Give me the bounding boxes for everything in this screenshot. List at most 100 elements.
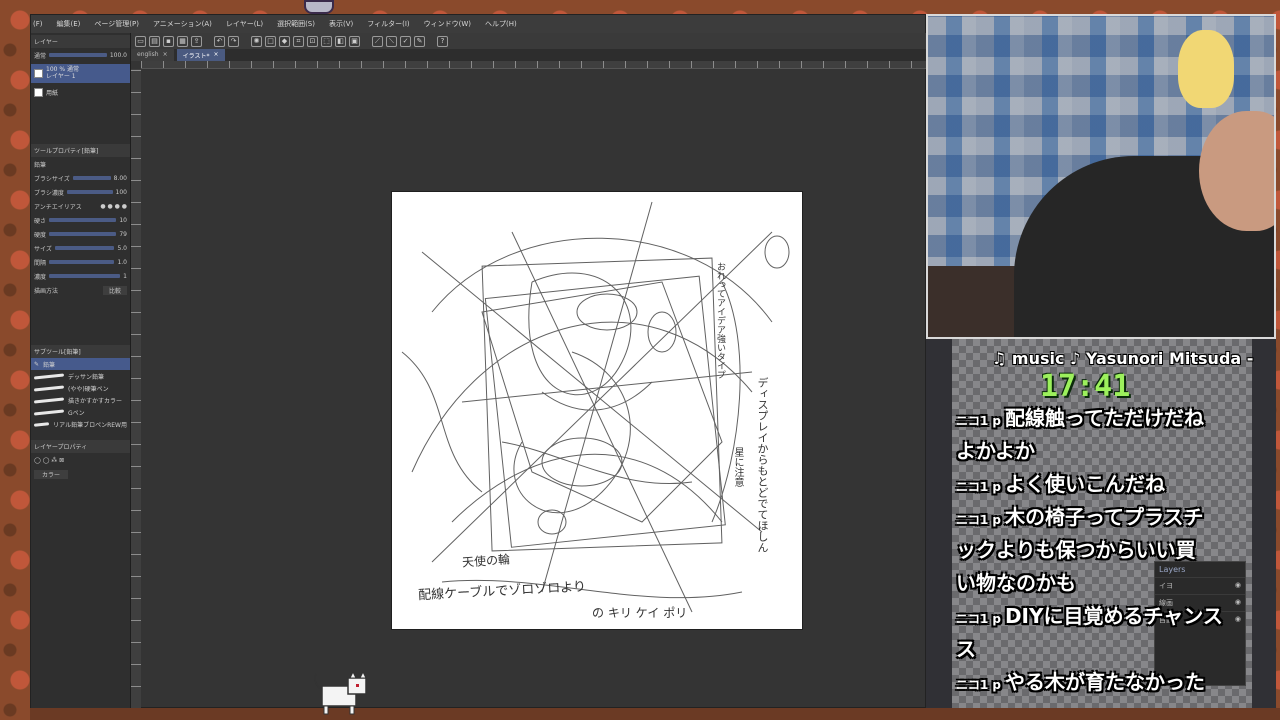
vertical-ruler [131,69,141,709]
save-icon[interactable]: ▪ [163,35,174,47]
print-icon[interactable]: ▦ [177,35,188,47]
menu-page[interactable]: ページ管理(P) [94,19,139,29]
expand-icon[interactable]: ▣ [349,35,360,47]
fill-icon[interactable]: ◆ [279,35,290,47]
document-tabs: english × イラスト* × [131,49,927,61]
subtool-item[interactable]: リアル鉛筆ブロペンREW用 [31,418,130,430]
menu-help[interactable]: ヘルプ(H) [485,19,517,29]
deselect-icon[interactable]: ⬚ [321,35,332,47]
menu-file[interactable]: (F) [33,20,43,28]
loading-icon[interactable]: ✺ [251,35,262,47]
comment-text: ックよりも保つからいい買 [956,538,1196,562]
tab-english-label: english [137,51,159,58]
menu-view[interactable]: 表示(V) [329,19,353,29]
tab-english[interactable]: english × [131,49,174,61]
prop-antialias[interactable]: アンチエイリアス ● ● ● ● [31,199,130,213]
tab-illust-label: イラスト* [182,53,210,60]
sketch-note-6: の キリ ケイ ポリ [592,606,688,620]
effect-circle-icon[interactable]: ◯ ◯ ⁂ ⊠ [34,457,64,464]
color-row[interactable]: カラー [31,467,130,481]
comment-line: ニコ1 p 木の椅子ってプラスチ [956,502,1204,532]
sketch-note-4: 天使の輪 [461,552,511,570]
prop-size[interactable]: サイズ 5.0 [31,241,130,255]
sketch-note-2: ディスプレイからもとどでてほしん [756,377,769,553]
tool-property-title: ツールプロパティ[鉛筆] [31,144,130,158]
menu-edit[interactable]: 編集(E) [57,19,81,29]
prop-label: 間隔 [34,259,47,267]
subtool-item[interactable]: (やや)硬筆ペン [31,382,130,394]
prop-slider[interactable] [49,274,121,279]
special-ruler-icon[interactable]: ⟍ [386,35,397,47]
prop-slider[interactable] [54,246,115,251]
eye-icon: ◉ [1234,598,1241,606]
prop-slider[interactable] [72,176,111,181]
comment-text: よく使いこんだね [1004,472,1165,496]
opacity-slider[interactable] [49,53,107,57]
pixel-cat-sprite [313,672,367,715]
rough-sketch [401,201,790,613]
pen-icon[interactable]: ✎ [414,35,425,47]
menu-animation[interactable]: アニメーション(A) [153,19,212,29]
grid-snap-icon[interactable]: ✓ [400,35,411,47]
subtool-item[interactable]: デッサン鉛筆 [31,370,130,382]
clear-icon[interactable]: □ [265,35,276,47]
tab-illust[interactable]: イラスト* × [176,49,225,61]
layer-name: 用紙 [46,90,59,98]
layer-panel-title: レイヤー [31,35,130,48]
eye-icon: ◉ [1234,615,1241,623]
subtool-active[interactable]: ✎ 鉛筆 [31,358,130,371]
prop-value: 8.00 [113,174,127,182]
plush-bear [1178,30,1234,108]
menu-window[interactable]: ウィンドウ(W) [424,19,471,29]
layer-name: 100 % 通常 レイヤー 1 [46,66,79,80]
prop-interval[interactable]: 間隔 1.0 [31,255,130,269]
blend-method-select[interactable]: 比較 [102,285,127,295]
prop-hardness2[interactable]: 硬度 79 [31,227,130,241]
crop-icon[interactable]: ⊡ [307,35,318,47]
transform-icon[interactable]: ⌗ [293,35,304,47]
commenter-label: ニコ1 [956,414,989,428]
menu-filter[interactable]: フィルター(I) [367,19,409,29]
antialias-dots-icon[interactable]: ● ● ● ● [100,203,127,210]
comment-line: ニコ1 p DIYに目覚めるチャンス [956,601,1223,631]
prop-brush-size[interactable]: ブラシサイズ 8.00 [31,171,130,185]
layers-row-label: イヨ [1159,582,1173,590]
comment-text: 木の椅子ってプラスチ [1004,505,1204,529]
drawing-canvas[interactable]: おれってアイデア強いタイプ ディスプレイからもとどでてほしん 星に注意 天使の輪… [391,191,803,630]
prop-brush-density[interactable]: ブラシ濃度 100 [31,185,130,199]
close-icon[interactable]: × [214,51,219,59]
comment-line: よかよか [956,436,1035,466]
help-icon[interactable]: ? [437,35,448,47]
invert-icon[interactable]: ◧ [335,35,346,47]
close-icon[interactable]: × [163,51,168,59]
prop-slider[interactable] [66,190,113,195]
comment-line: ニコ1 p やる木が育たなかった [956,667,1205,697]
blend-mode-select[interactable]: 通常 [34,51,46,60]
redo-icon[interactable]: ↷ [228,35,239,47]
new-file-icon[interactable]: ▭ [135,35,146,47]
layer-item-layer1[interactable]: 100 % 通常 レイヤー 1 [31,64,130,84]
undo-icon[interactable]: ↶ [214,35,225,47]
stroke-preview [33,409,65,416]
ruler-snap-icon[interactable]: ⟋ [372,35,383,47]
color-select[interactable]: カラー [34,469,69,479]
pencil-icon: ✎ [34,360,40,368]
menu-select[interactable]: 選択範囲(S) [277,19,315,29]
layer-item-paper[interactable]: 用紙 [31,85,130,101]
prop-slider[interactable] [49,232,117,237]
layer-property-title: レイヤープロパティ [31,440,130,454]
prop-slider[interactable] [49,260,115,265]
blend-method-row[interactable]: 描画方法 比較 [31,283,130,297]
stroke-preview [33,421,50,427]
commenter-label: ニコ1 [956,612,989,626]
subtool-item[interactable]: Gペン [31,406,130,418]
layers-panel-row: イヨ ◉ [1155,577,1245,594]
prop-hardness[interactable]: 硬さ 10 [31,213,130,227]
menu-layer[interactable]: レイヤー(L) [226,19,263,29]
open-file-icon[interactable]: ▤ [149,35,160,47]
prop-density[interactable]: 濃度 1 [31,269,130,283]
comment-line: ニコ1 p よく使いこんだね [956,469,1165,499]
prop-slider[interactable] [49,218,117,223]
subtool-item[interactable]: 描きかすかすカラー [31,394,130,406]
export-icon[interactable]: ⇪ [191,35,202,47]
